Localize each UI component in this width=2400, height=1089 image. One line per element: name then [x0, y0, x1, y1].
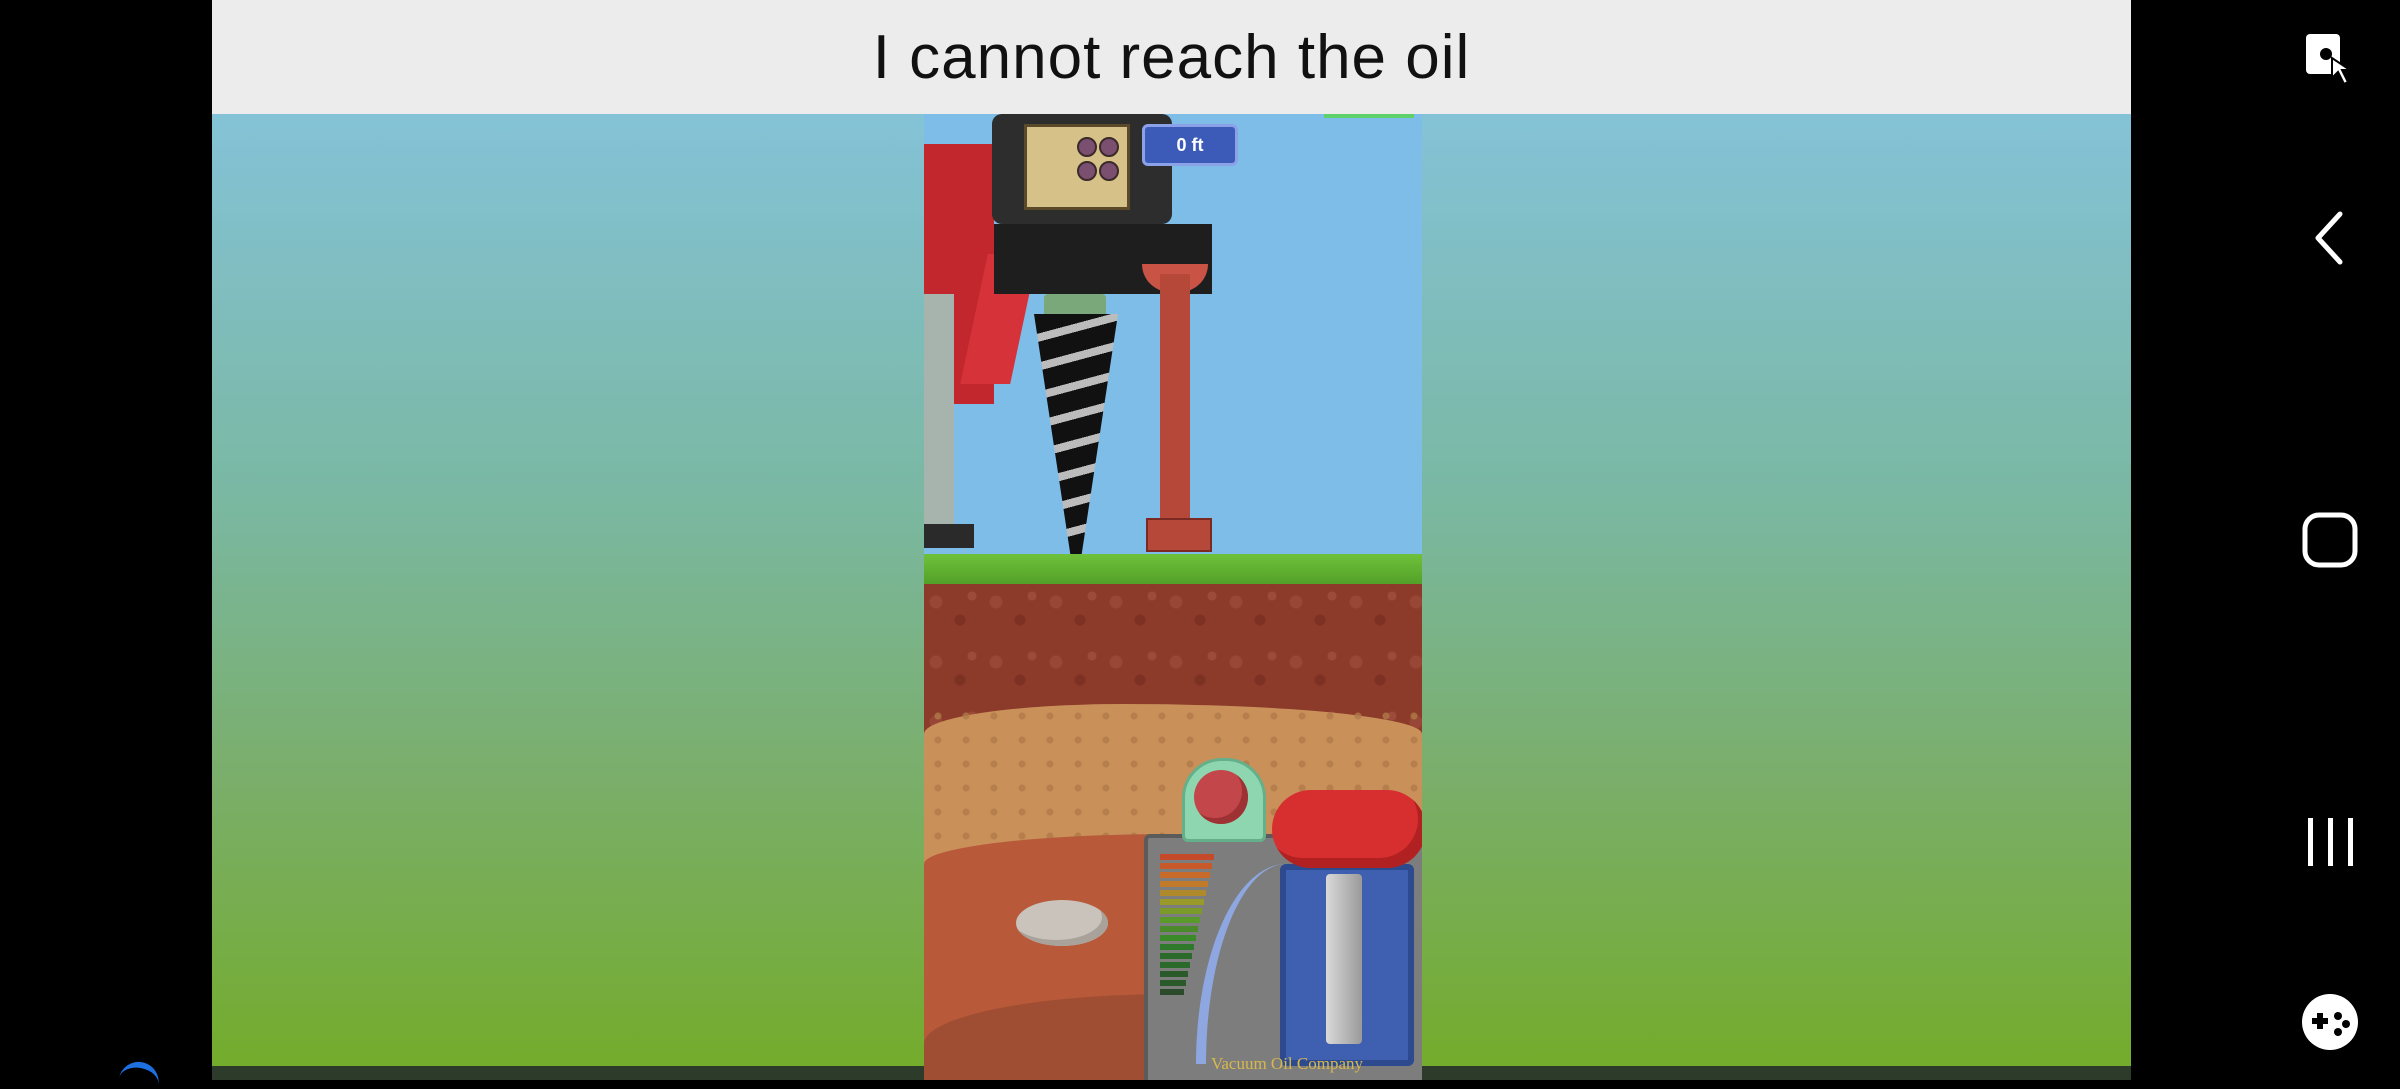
screen-lock-icon — [2306, 34, 2354, 86]
home-icon — [2302, 512, 2358, 568]
game-tools-icon — [2302, 994, 2358, 1050]
rig-foot — [924, 524, 974, 548]
meter-segment — [1160, 989, 1184, 995]
drill-button[interactable] — [1194, 770, 1248, 824]
rig-column — [924, 294, 954, 544]
meter-segment — [1160, 971, 1188, 977]
gauge-icon — [1077, 137, 1097, 157]
left-letterbox — [0, 0, 212, 1089]
gauge-icon — [1099, 137, 1119, 157]
grass-layer — [924, 554, 1422, 588]
meter-segment — [1160, 872, 1210, 878]
recents-button[interactable] — [2290, 802, 2370, 882]
home-button[interactable] — [2290, 500, 2370, 580]
video-panel: I cannot reach the oil 0 ft Vacuum Oil C… — [212, 0, 2131, 1080]
meter-segment — [1160, 917, 1200, 923]
meter-segment — [1160, 881, 1208, 887]
company-label: Vacuum Oil Company — [1210, 1054, 1364, 1073]
meter-segment — [1160, 926, 1198, 932]
lever-shaft — [1326, 874, 1362, 1044]
screen-lock-button[interactable] — [2290, 18, 2370, 98]
meter-segment — [1160, 944, 1194, 950]
recents-icon — [2308, 818, 2353, 866]
progress-indicator — [1324, 114, 1414, 118]
throttle-lever[interactable] — [1272, 790, 1422, 868]
title-bar: I cannot reach the oil — [212, 0, 2131, 114]
edge-indicator — [118, 1058, 162, 1089]
engine-control-box — [1024, 124, 1130, 210]
meter-segment — [1160, 908, 1202, 914]
drill-bit — [1034, 314, 1118, 564]
meter-segment — [1160, 980, 1186, 986]
gauge-icon — [1099, 161, 1119, 181]
meter-segment — [1160, 854, 1214, 860]
game-viewport[interactable]: 0 ft Vacuum Oil Company — [924, 114, 1422, 1080]
rock — [1016, 900, 1108, 946]
gauge-icon — [1077, 161, 1097, 181]
back-icon — [2315, 211, 2343, 265]
game-tools-button[interactable] — [2290, 982, 2370, 1062]
meter-segment — [1160, 962, 1190, 968]
video-title: I cannot reach the oil — [872, 22, 1471, 92]
meter-segment — [1160, 899, 1204, 905]
support-leg — [1160, 274, 1190, 534]
meter-segment — [1160, 863, 1212, 869]
depth-counter: 0 ft — [1142, 124, 1238, 166]
back-button[interactable] — [2290, 198, 2370, 278]
support-foot — [1146, 518, 1212, 552]
meter-segment — [1160, 953, 1192, 959]
meter-segment — [1160, 890, 1206, 896]
meter-segment — [1160, 935, 1196, 941]
